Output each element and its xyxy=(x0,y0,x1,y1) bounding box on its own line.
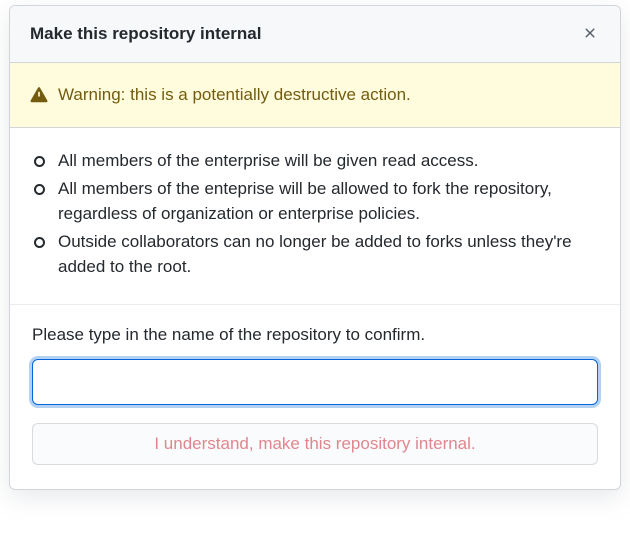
warning-banner: Warning: this is a potentially destructi… xyxy=(10,63,620,128)
confirm-section: Please type in the name of the repositor… xyxy=(10,305,620,489)
confirm-prompt: Please type in the name of the repositor… xyxy=(32,325,598,345)
consequence-list: All members of the enterprise will be gi… xyxy=(32,148,598,280)
repository-name-input[interactable] xyxy=(32,359,598,405)
dialog-header: Make this repository internal xyxy=(10,6,620,63)
visibility-change-dialog: Make this repository internal Warning: t… xyxy=(9,5,621,490)
warning-text: Warning: this is a potentially destructi… xyxy=(58,85,411,105)
list-item: All members of the enterprise will be gi… xyxy=(58,148,598,174)
alert-icon xyxy=(30,86,48,104)
confirm-button[interactable]: I understand, make this repository inter… xyxy=(32,423,598,465)
dialog-title: Make this repository internal xyxy=(30,24,261,44)
dialog-body: All members of the enterprise will be gi… xyxy=(10,128,620,305)
list-item: All members of the enteprise will be all… xyxy=(58,176,598,227)
list-item: Outside collaborators can no longer be a… xyxy=(58,229,598,280)
close-button[interactable] xyxy=(580,24,600,44)
close-icon xyxy=(582,25,598,44)
